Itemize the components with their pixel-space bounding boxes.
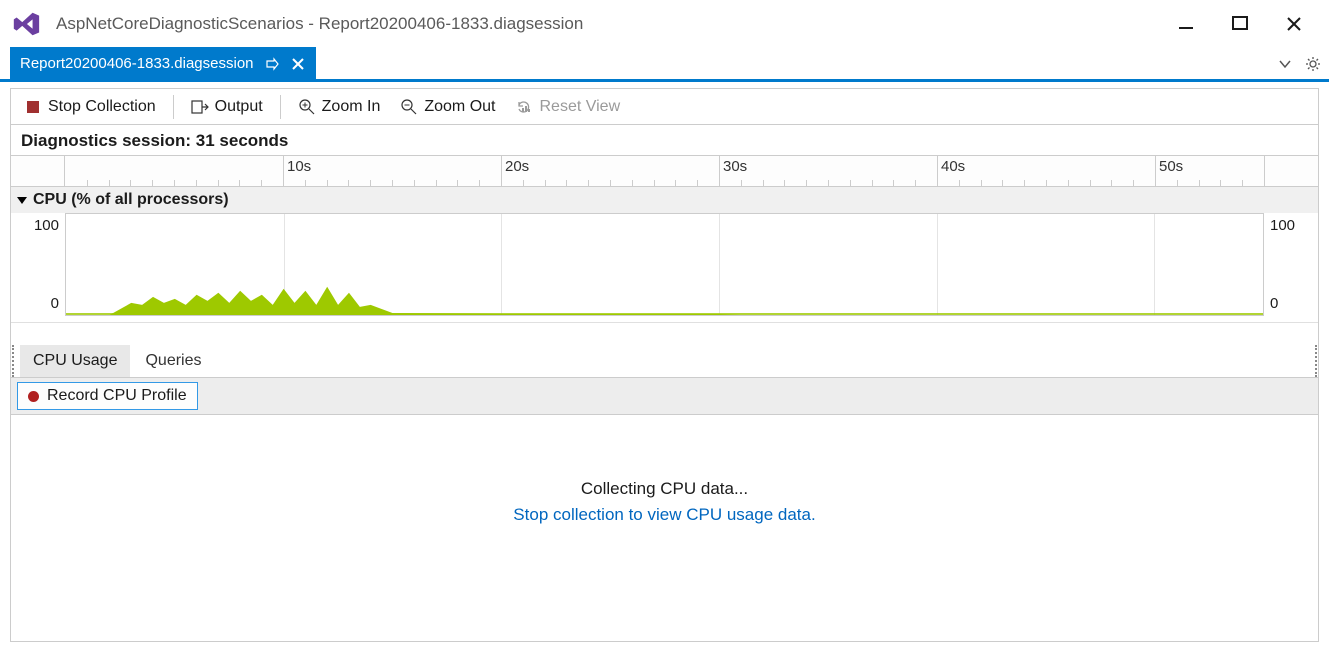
document-tab[interactable]: Report20200406-1833.diagsession	[10, 47, 316, 81]
reset-view-label: Reset View	[539, 98, 620, 116]
pin-icon[interactable]	[264, 56, 280, 72]
zoom-in-label: Zoom In	[322, 98, 381, 116]
ruler-right-gutter	[1264, 156, 1318, 186]
close-button[interactable]	[1279, 9, 1309, 39]
window-buttons	[1171, 9, 1309, 39]
collecting-panel: Collecting CPU data... Stop collection t…	[11, 415, 1318, 641]
output-label: Output	[215, 98, 263, 116]
time-ruler[interactable]: 10s20s30s40s50s	[11, 155, 1318, 187]
title-bar: AspNetCoreDiagnosticScenarios - Report20…	[0, 0, 1329, 48]
y-axis-min: 0	[51, 295, 59, 312]
collecting-status: Collecting CPU data...	[581, 479, 748, 499]
chart-baseline	[66, 313, 1263, 315]
window-title: AspNetCoreDiagnosticScenarios - Report20…	[56, 14, 1171, 34]
cpu-section-header[interactable]: CPU (% of all processors)	[11, 187, 1318, 213]
tab-row-tools	[1277, 56, 1321, 72]
y-axis-right: 100 0	[1264, 213, 1318, 316]
stop-collection-link[interactable]: Stop collection to view CPU usage data.	[513, 505, 815, 525]
record-icon	[28, 391, 39, 402]
toolbar-separator	[173, 95, 174, 119]
output-icon	[191, 98, 209, 116]
ruler-main: 10s20s30s40s50s	[65, 156, 1264, 186]
bottom-tabstrip: CPU Usage Queries	[12, 345, 1317, 377]
stop-collection-button[interactable]: Stop Collection	[17, 94, 163, 120]
session-label: Diagnostics session: 31 seconds	[11, 125, 1318, 155]
close-tab-icon[interactable]	[290, 56, 306, 72]
ruler-left-gutter	[11, 156, 65, 186]
record-cpu-profile-button[interactable]: Record CPU Profile	[17, 382, 198, 410]
cpu-chart: 100 0 100 0	[11, 213, 1318, 323]
document-tab-label: Report20200406-1833.diagsession	[20, 55, 254, 72]
reset-view-button: Reset View	[508, 94, 627, 120]
cpu-section-title: CPU (% of all processors)	[33, 191, 229, 209]
gear-icon[interactable]	[1305, 56, 1321, 72]
y-axis-max: 100	[34, 217, 59, 234]
reset-view-icon	[515, 98, 533, 116]
cpu-area-fill	[66, 214, 1263, 315]
disclosure-triangle-icon	[17, 197, 27, 204]
toolbar-separator	[280, 95, 281, 119]
stop-icon	[24, 98, 42, 116]
tab-queries[interactable]: Queries	[132, 345, 214, 377]
document-area: Stop Collection Output Zoom In Zoom Out	[10, 88, 1319, 642]
record-toolbar: Record CPU Profile	[11, 377, 1318, 415]
output-button[interactable]: Output	[184, 94, 270, 120]
y-axis-min-r: 0	[1270, 295, 1278, 312]
zoom-out-button[interactable]: Zoom Out	[393, 94, 502, 120]
zoom-in-icon	[298, 98, 316, 116]
minimize-button[interactable]	[1171, 9, 1201, 39]
record-button-label: Record CPU Profile	[47, 387, 187, 405]
document-tab-row: Report20200406-1833.diagsession	[0, 48, 1329, 82]
maximize-button[interactable]	[1225, 9, 1255, 39]
y-axis-left: 100 0	[11, 213, 65, 316]
vs-logo-icon	[10, 8, 42, 40]
zoom-out-icon	[400, 98, 418, 116]
tab-dropdown-icon[interactable]	[1277, 56, 1293, 72]
spacer	[11, 323, 1318, 345]
y-axis-max-r: 100	[1270, 217, 1295, 234]
stop-collection-label: Stop Collection	[48, 98, 156, 116]
zoom-in-button[interactable]: Zoom In	[291, 94, 388, 120]
toolbar: Stop Collection Output Zoom In Zoom Out	[11, 89, 1318, 125]
chart-plot-area[interactable]	[65, 213, 1264, 316]
tab-cpu-usage[interactable]: CPU Usage	[20, 345, 130, 377]
zoom-out-label: Zoom Out	[424, 98, 495, 116]
